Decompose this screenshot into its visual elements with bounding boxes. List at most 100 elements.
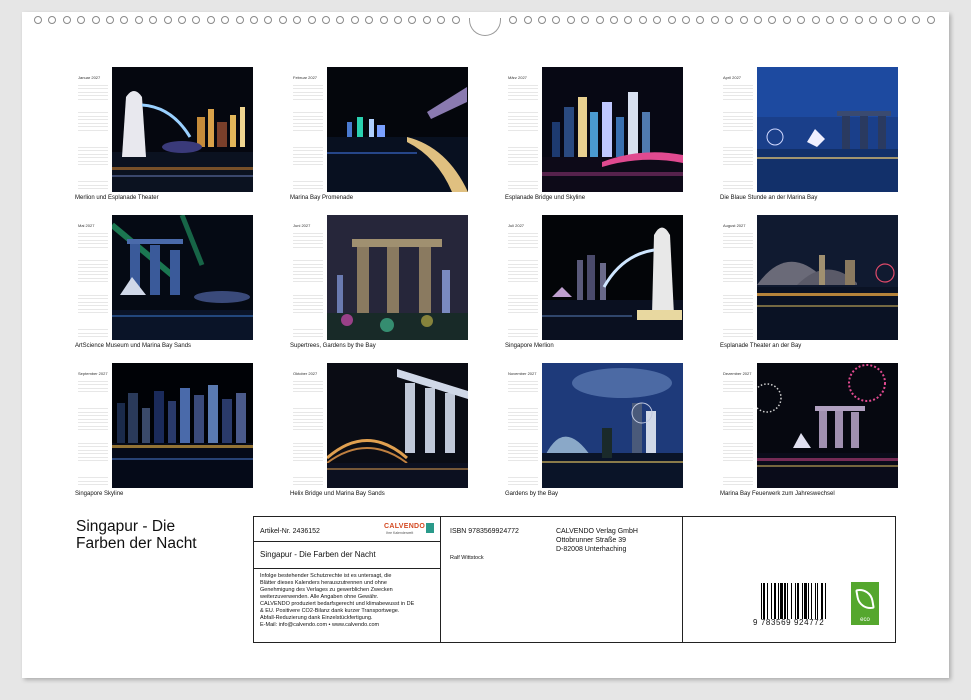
month-name: September 2027: [78, 371, 108, 376]
photo-artwork: [542, 363, 683, 488]
binding-ring: [336, 16, 345, 24]
barcode-bar: [811, 583, 813, 619]
day-grid: [508, 82, 538, 189]
photo-caption: ArtScience Museum und Marina Bay Sands: [75, 343, 192, 349]
month-name: Juli 2027: [508, 223, 525, 228]
binding-ring: [725, 16, 734, 24]
binding-ring: [710, 16, 719, 24]
barcode-bar: [774, 583, 776, 619]
binding-ring: [408, 16, 417, 24]
month-photo: [327, 363, 468, 488]
binding-ring: [106, 16, 114, 24]
photo-artwork: [327, 363, 468, 488]
binding-ring: [696, 16, 705, 24]
month-name: Januar 2027: [78, 75, 101, 80]
photo-artwork: [112, 67, 253, 192]
binding-ring: [77, 16, 86, 24]
binding-ring: [538, 16, 546, 24]
photo-caption: Marina Bay Promenade: [290, 195, 354, 201]
photo-caption: Esplanade Theater an der Bay: [720, 343, 802, 349]
barcode-bar: [777, 583, 779, 619]
binding-ring: [206, 16, 215, 24]
binding-ring: [768, 16, 777, 24]
leaf-icon: [855, 586, 875, 612]
binding-ring: [595, 16, 604, 24]
photo-artwork: [757, 67, 898, 192]
day-grid: [723, 82, 753, 189]
day-grid: [293, 230, 323, 337]
month-tile: November 2027 Gardens by the Bay: [505, 363, 683, 499]
barcode-bar: [784, 583, 786, 619]
month-tile: Januar 2027 Merlion und Esplanade Theater: [75, 67, 253, 203]
month-photo: [757, 215, 898, 340]
month-photo: [112, 215, 253, 340]
binding-ring: [883, 16, 892, 24]
month-photo: [327, 215, 468, 340]
month-tile: Oktober 2027 Helix Bridge und Marina Bay …: [290, 363, 468, 499]
binding-ring: [62, 16, 71, 24]
photo-caption: Marina Bay Feuerwerk zum Jahreswechsel: [720, 491, 835, 497]
photo-artwork: [327, 67, 468, 192]
binding-ring: [264, 16, 273, 24]
binding-ring: [898, 16, 906, 24]
binding-ring: [552, 16, 561, 24]
day-grid: [723, 230, 753, 337]
barcode-area: 9 783569 924772 eco: [253, 516, 896, 643]
day-grid: [508, 378, 538, 485]
photo-artwork: [112, 363, 253, 488]
binding-ring: [523, 16, 532, 24]
barcode-bar: [761, 583, 762, 619]
month-name: Februar 2027: [293, 75, 318, 80]
title-line-1: Singapur - Die: [76, 518, 176, 535]
month-name: April 2027: [723, 75, 742, 80]
binding-ring: [451, 16, 460, 24]
month-tile: Februar 2027 Marina Bay Promenade: [290, 67, 468, 203]
binding-ring: [422, 16, 431, 24]
barcode-bar: [787, 583, 789, 619]
month-photo: [757, 67, 898, 192]
barcode-bar: [814, 583, 816, 619]
binding-ring: [739, 16, 748, 24]
binding-ring: [509, 16, 518, 24]
binding-ring: [811, 16, 820, 24]
photo-caption: Singapore Merlion: [505, 343, 554, 349]
barcode-bar: [763, 583, 766, 619]
binding-ring: [682, 16, 690, 24]
ean-number: 9 783569 924772: [753, 618, 825, 627]
binding-ring: [34, 16, 42, 24]
month-name: März 2027: [508, 75, 527, 80]
month-photo: [542, 67, 683, 192]
binding-ring: [278, 16, 287, 24]
photo-artwork: [542, 67, 683, 192]
barcode-bar: [824, 583, 826, 619]
photo-caption: Merlion und Esplanade Theater: [75, 195, 159, 201]
barcode-bar: [766, 583, 768, 619]
photo-caption: Die Blaue Stunde an der Marina Bay: [720, 195, 818, 201]
month-name: Mai 2027: [78, 223, 95, 228]
month-photo: [757, 363, 898, 488]
photo-caption: Helix Bridge und Marina Bay Sands: [290, 491, 385, 497]
barcode-bar: [797, 583, 800, 619]
binding-ring: [754, 16, 762, 24]
photo-artwork: [757, 363, 898, 488]
binding-ring: [307, 16, 316, 24]
binding-ring: [235, 16, 244, 24]
binding-ring: [782, 16, 791, 24]
month-tile: September 2027 Singapore Skyline: [75, 363, 253, 499]
binding-ring: [250, 16, 258, 24]
month-tile: Juni 2027 Supertrees, Gardens by the Bay: [290, 215, 468, 351]
binding-ring: [394, 16, 402, 24]
binding-ring: [826, 16, 834, 24]
eco-badge: eco: [851, 582, 879, 625]
month-tile: August 2027 Esplanade Theater an der Bay: [720, 215, 898, 351]
binding-ring: [869, 16, 878, 24]
binding-ring: [653, 16, 662, 24]
binding-ring: [566, 16, 575, 24]
binding-ring: [581, 16, 590, 24]
binding-ring: [293, 16, 302, 24]
month-tile: April 2027 Die Blaue Stunde an der Marina…: [720, 67, 898, 203]
photo-artwork: [542, 215, 683, 340]
day-grid: [78, 230, 108, 337]
binding-ring: [178, 16, 186, 24]
day-grid: [723, 378, 753, 485]
